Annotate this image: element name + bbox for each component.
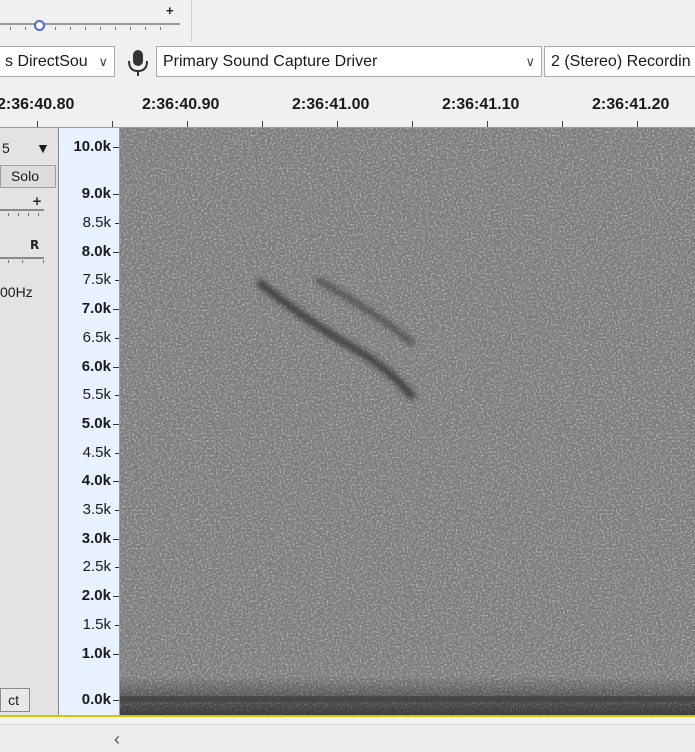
recording-device-value: Primary Sound Capture Driver xyxy=(163,53,378,70)
gain-plus-label: + xyxy=(32,194,42,208)
freq-tick xyxy=(113,596,119,597)
sample-rate-label: 00Hz xyxy=(0,284,33,300)
microphone-icon xyxy=(128,50,148,76)
freq-label: 4.0k xyxy=(81,472,111,489)
track-pan-slider[interactable]: R xyxy=(0,232,48,266)
freq-label: 5.5k xyxy=(82,386,111,403)
freq-tick xyxy=(115,280,119,281)
freq-tick xyxy=(113,481,119,482)
ruler-tick xyxy=(112,121,113,127)
freq-label: 6.0k xyxy=(81,358,111,375)
dropdown-arrow-icon: ▼ xyxy=(36,140,50,156)
ruler-tick xyxy=(562,121,563,127)
freq-label: 8.0k xyxy=(81,243,111,260)
track-name: 5 xyxy=(2,140,10,156)
freq-label: 6.5k xyxy=(82,329,111,346)
freq-tick xyxy=(113,252,119,253)
freq-label: 7.5k xyxy=(82,271,111,288)
freq-tick xyxy=(115,567,119,568)
horizontal-scrollbar[interactable]: ‹ xyxy=(0,724,695,752)
freq-tick xyxy=(113,367,119,368)
freq-label: 2.0k xyxy=(81,587,111,604)
recording-device-select[interactable]: Primary Sound Capture Driver ∨ xyxy=(156,46,542,77)
freq-tick xyxy=(115,223,119,224)
timeline-ruler[interactable]: 2:36:40.80 2:36:40.90 2:36:41.00 2:36:41… xyxy=(0,87,695,128)
frequency-axis[interactable]: 10.0k 9.0k 8.5k 8.0k 7.5k 7.0k 6.5k 6.0k… xyxy=(59,128,120,715)
ruler-label: 2:36:40.80 xyxy=(0,96,75,113)
freq-label: 10.0k xyxy=(73,138,111,155)
ruler-tick xyxy=(487,121,488,127)
spectrogram-view[interactable] xyxy=(120,128,695,715)
ruler-label: 2:36:40.90 xyxy=(142,96,220,113)
freq-label: 9.0k xyxy=(81,185,111,202)
select-button[interactable]: ct xyxy=(0,688,30,712)
ruler-label: 2:36:41.00 xyxy=(292,96,370,113)
toolbar-divider xyxy=(191,0,192,42)
freq-tick xyxy=(113,700,119,701)
freq-label: 3.0k xyxy=(81,530,111,547)
audio-host-value: s DirectSou xyxy=(5,53,88,70)
freq-label: 5.0k xyxy=(81,415,111,432)
ruler-tick xyxy=(37,121,38,127)
recording-channels-value: 2 (Stereo) Recordin xyxy=(551,53,691,70)
ruler-tick xyxy=(337,121,338,127)
freq-tick xyxy=(115,453,119,454)
freq-label: 7.0k xyxy=(81,300,111,317)
audio-host-select[interactable]: s DirectSou ∨ xyxy=(0,46,115,77)
gain-slider-ticks xyxy=(10,27,161,30)
gain-slider-thumb[interactable] xyxy=(34,20,45,31)
freq-tick xyxy=(113,147,119,148)
freq-tick xyxy=(113,654,119,655)
ruler-label: 2:36:41.20 xyxy=(592,96,670,113)
ruler-tick xyxy=(412,121,413,127)
freq-label: 4.5k xyxy=(82,444,111,461)
pan-right-label: R xyxy=(30,238,39,252)
freq-label: 3.5k xyxy=(82,501,111,518)
track-name-menu[interactable]: 5 ▼ xyxy=(0,138,58,160)
freq-tick xyxy=(113,424,119,425)
meter-toolbar: + xyxy=(0,0,695,43)
ruler-tick xyxy=(262,121,263,127)
freq-tick xyxy=(115,625,119,626)
device-toolbar: s DirectSou ∨ Primary Sound Capture Driv… xyxy=(0,42,695,87)
freq-label: 1.5k xyxy=(82,616,111,633)
freq-label: 0.0k xyxy=(81,691,111,708)
freq-tick xyxy=(113,539,119,540)
ruler-tick xyxy=(637,121,638,127)
recording-channels-select[interactable]: 2 (Stereo) Recordin xyxy=(544,46,695,77)
chevron-down-icon: ∨ xyxy=(525,54,535,69)
solo-button[interactable]: Solo xyxy=(0,165,56,188)
freq-label: 8.5k xyxy=(82,214,111,231)
freq-tick xyxy=(113,309,119,310)
track-gain-slider[interactable]: + xyxy=(0,192,48,218)
chevron-down-icon: ∨ xyxy=(98,54,108,69)
freq-label: 2.5k xyxy=(82,558,111,575)
ruler-tick xyxy=(187,121,188,127)
freq-label: 1.0k xyxy=(81,645,111,662)
scroll-left-icon[interactable]: ‹ xyxy=(114,729,134,750)
freq-tick xyxy=(115,395,119,396)
ruler-label: 2:36:41.10 xyxy=(442,96,520,113)
track-bottom-border xyxy=(0,715,695,723)
freq-tick xyxy=(113,194,119,195)
freq-tick xyxy=(115,338,119,339)
gain-plus-label: + xyxy=(166,3,174,18)
freq-tick xyxy=(115,510,119,511)
